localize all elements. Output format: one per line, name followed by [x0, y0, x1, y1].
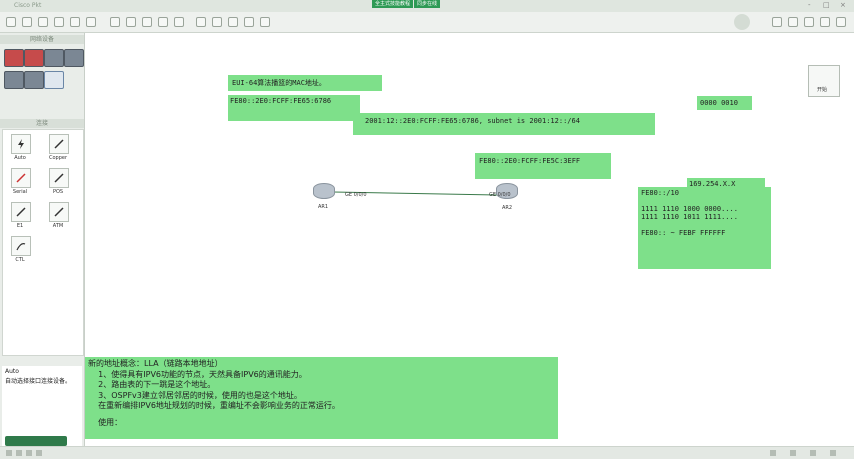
tab-online[interactable]: 同步在线 [414, 0, 441, 8]
capture-icon[interactable] [196, 17, 206, 27]
note-line: 3、OSPFv3建立邻居邻居的时候，使用的也是这个地址。 [88, 390, 302, 400]
close-button[interactable]: × [840, 1, 846, 9]
fullscreen-icon[interactable] [830, 450, 836, 456]
switch-category-icon[interactable] [24, 49, 44, 67]
zoom-out-icon[interactable] [126, 17, 136, 27]
start-widget-label: 开始 [817, 87, 828, 93]
open-file-icon[interactable] [22, 17, 32, 27]
save-icon[interactable] [38, 17, 48, 27]
start-widget[interactable]: 开始 [808, 65, 840, 97]
minimize-button[interactable]: - [808, 1, 811, 9]
terminal-category-icon[interactable] [4, 71, 24, 89]
description-text: 自动选择接口连接设备。 [5, 378, 72, 385]
link-label-auto: Auto [14, 155, 26, 161]
move-icon[interactable] [158, 17, 168, 27]
link-category-icon[interactable] [44, 71, 64, 89]
device-palette: 网络设备 连接 Auto Copper Serial POS E1 ATM CT… [0, 33, 85, 446]
cloud-category-icon[interactable] [24, 71, 44, 89]
record-icon[interactable] [734, 14, 750, 30]
description-title: Auto [5, 368, 19, 375]
link-label-serial: Serial [12, 189, 28, 195]
toolbar [0, 12, 854, 33]
straight-cable-icon[interactable] [49, 134, 69, 154]
note-line: 1、使得具有IPV6功能的节点，天然具备IPV6的通讯能力。 [88, 369, 307, 379]
help-icon[interactable] [788, 17, 798, 27]
redo-icon[interactable] [86, 17, 96, 27]
note-line: 2、路由表的下一跳是这个地址。 [88, 380, 216, 389]
firewall-category-icon[interactable] [64, 49, 84, 67]
status-bar [0, 446, 854, 459]
link-label-copper: Copper [48, 155, 68, 161]
console-cable-icon[interactable] [11, 236, 31, 256]
palette-devices-header: 网络设备 [0, 35, 84, 44]
serial-cable-icon[interactable] [11, 168, 31, 188]
link-label-e1: E1 [16, 223, 24, 229]
app-title: Cisco Pkt [14, 2, 42, 9]
pos-cable-icon[interactable] [49, 168, 69, 188]
link-list: Auto Copper Serial POS E1 ATM CTL [2, 129, 84, 356]
router-ar2-label: AR2 [502, 205, 513, 211]
note-line: 在重新编排IPV6地址规划的时候，重编址不会影响业务的正常运行。 [88, 401, 340, 410]
start-device-icon[interactable] [212, 17, 222, 27]
note-line: 使用： [88, 417, 123, 427]
tab-tutorial[interactable]: 全主式技能教程 [372, 0, 414, 8]
router-ar1-label: AR1 [318, 204, 329, 210]
palette-links-header: 连接 [0, 119, 84, 128]
lla-concept-note: 新的地址概念：LLA（链路本地地址） 1、使得具有IPV6功能的节点，天然具备I… [85, 357, 558, 439]
zoom-slider-icon[interactable] [810, 450, 816, 456]
note-line: 新的地址概念：LLA（链路本地地址） [88, 359, 223, 368]
select-icon[interactable] [142, 17, 152, 27]
lightning-icon[interactable] [11, 134, 31, 154]
about-icon[interactable] [836, 17, 846, 27]
link-label-atm: ATM [52, 223, 64, 229]
port-ar2-label: GE 0/0/0 [489, 192, 511, 198]
port-ar1-label: GE 0/0/0 [345, 192, 367, 198]
grid-toggle-icon[interactable] [770, 450, 776, 456]
link-label-ctl: CTL [15, 257, 25, 263]
link-label-pos: POS [52, 189, 64, 195]
new-file-icon[interactable] [6, 17, 16, 27]
topology-workspace[interactable]: EUI-64算法播篮的MAC地址。 FE80::2E0:FCFF:FE65:67… [85, 33, 854, 446]
maximize-button[interactable]: □ [823, 1, 830, 9]
atm-cable-icon[interactable] [49, 202, 69, 222]
description-panel: Auto 自动选择接口连接设备。 [2, 366, 82, 446]
zoom-in-icon[interactable] [110, 17, 120, 27]
settings-icon[interactable] [260, 17, 270, 27]
delete-icon[interactable] [174, 17, 184, 27]
status-icon [36, 450, 42, 456]
wlan-category-icon[interactable] [44, 49, 64, 67]
router-category-icon[interactable] [4, 49, 24, 67]
status-icon [16, 450, 22, 456]
status-icon [6, 450, 12, 456]
status-icon [26, 450, 32, 456]
e1-cable-icon[interactable] [11, 202, 31, 222]
forum-icon[interactable] [804, 17, 814, 27]
menu-icon[interactable] [772, 17, 782, 27]
description-toggle-button[interactable] [5, 436, 67, 446]
cli-icon[interactable] [244, 17, 254, 27]
fit-view-icon[interactable] [790, 450, 796, 456]
router-ar1-icon[interactable] [313, 183, 335, 199]
stop-device-icon[interactable] [228, 17, 238, 27]
print-icon[interactable] [54, 17, 64, 27]
undo-icon[interactable] [70, 17, 80, 27]
huawei-icon[interactable] [820, 17, 830, 27]
